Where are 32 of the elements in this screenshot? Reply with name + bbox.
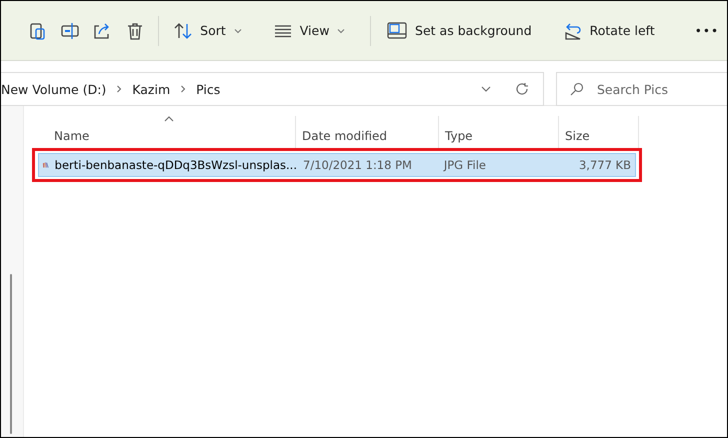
chevron-right-icon (180, 85, 186, 93)
scrollbar[interactable] (10, 274, 12, 434)
rotate-left-button[interactable]: Rotate left (556, 14, 663, 46)
size-cell: 3,777 KB (578, 158, 631, 172)
column-header[interactable]: Date modified (296, 116, 439, 148)
breadcrumb-item[interactable]: New Volume (D:) (1, 82, 106, 96)
breadcrumb-item[interactable]: Pics (196, 82, 220, 96)
chevron-down-icon[interactable] (481, 86, 491, 92)
chevron-right-icon (116, 85, 122, 93)
chevron-down-icon (234, 28, 242, 34)
sort-caret-icon (164, 116, 174, 122)
monitor-picture-icon (387, 22, 408, 40)
column-header[interactable]: Size (559, 116, 639, 148)
sort-menu-button[interactable]: Sort (166, 14, 250, 46)
search-field[interactable]: Search Pics (556, 72, 727, 106)
rotate-left-icon (564, 22, 582, 40)
refresh-icon[interactable] (515, 82, 529, 96)
set-background-button[interactable]: Set as background (379, 14, 540, 46)
more-button[interactable]: ••• (686, 20, 727, 42)
sort-icon (174, 22, 192, 40)
file-name: berti-benbanaste-qDDq3BsWzsl-unsplas... (54, 158, 297, 172)
date-cell: 7/10/2021 1:18 PM (303, 158, 412, 172)
view-menu-button[interactable]: View (266, 14, 354, 46)
list-icon (274, 24, 292, 38)
type-cell: JPG File (444, 158, 486, 172)
column-header[interactable]: Name (32, 116, 296, 148)
rename-icon (60, 20, 80, 40)
chevron-down-icon (337, 28, 346, 34)
address-bar[interactable]: New Volume (D:) Kazim Pics (1, 72, 544, 106)
breadcrumb-item[interactable]: Kazim (132, 82, 170, 96)
column-header[interactable]: Type (439, 116, 559, 148)
file-row[interactable]: berti-benbanaste-qDDq3BsWzsl-unsplas... 7/10/2021 1:18 PM JPG File 3,777 KB (38, 153, 636, 177)
